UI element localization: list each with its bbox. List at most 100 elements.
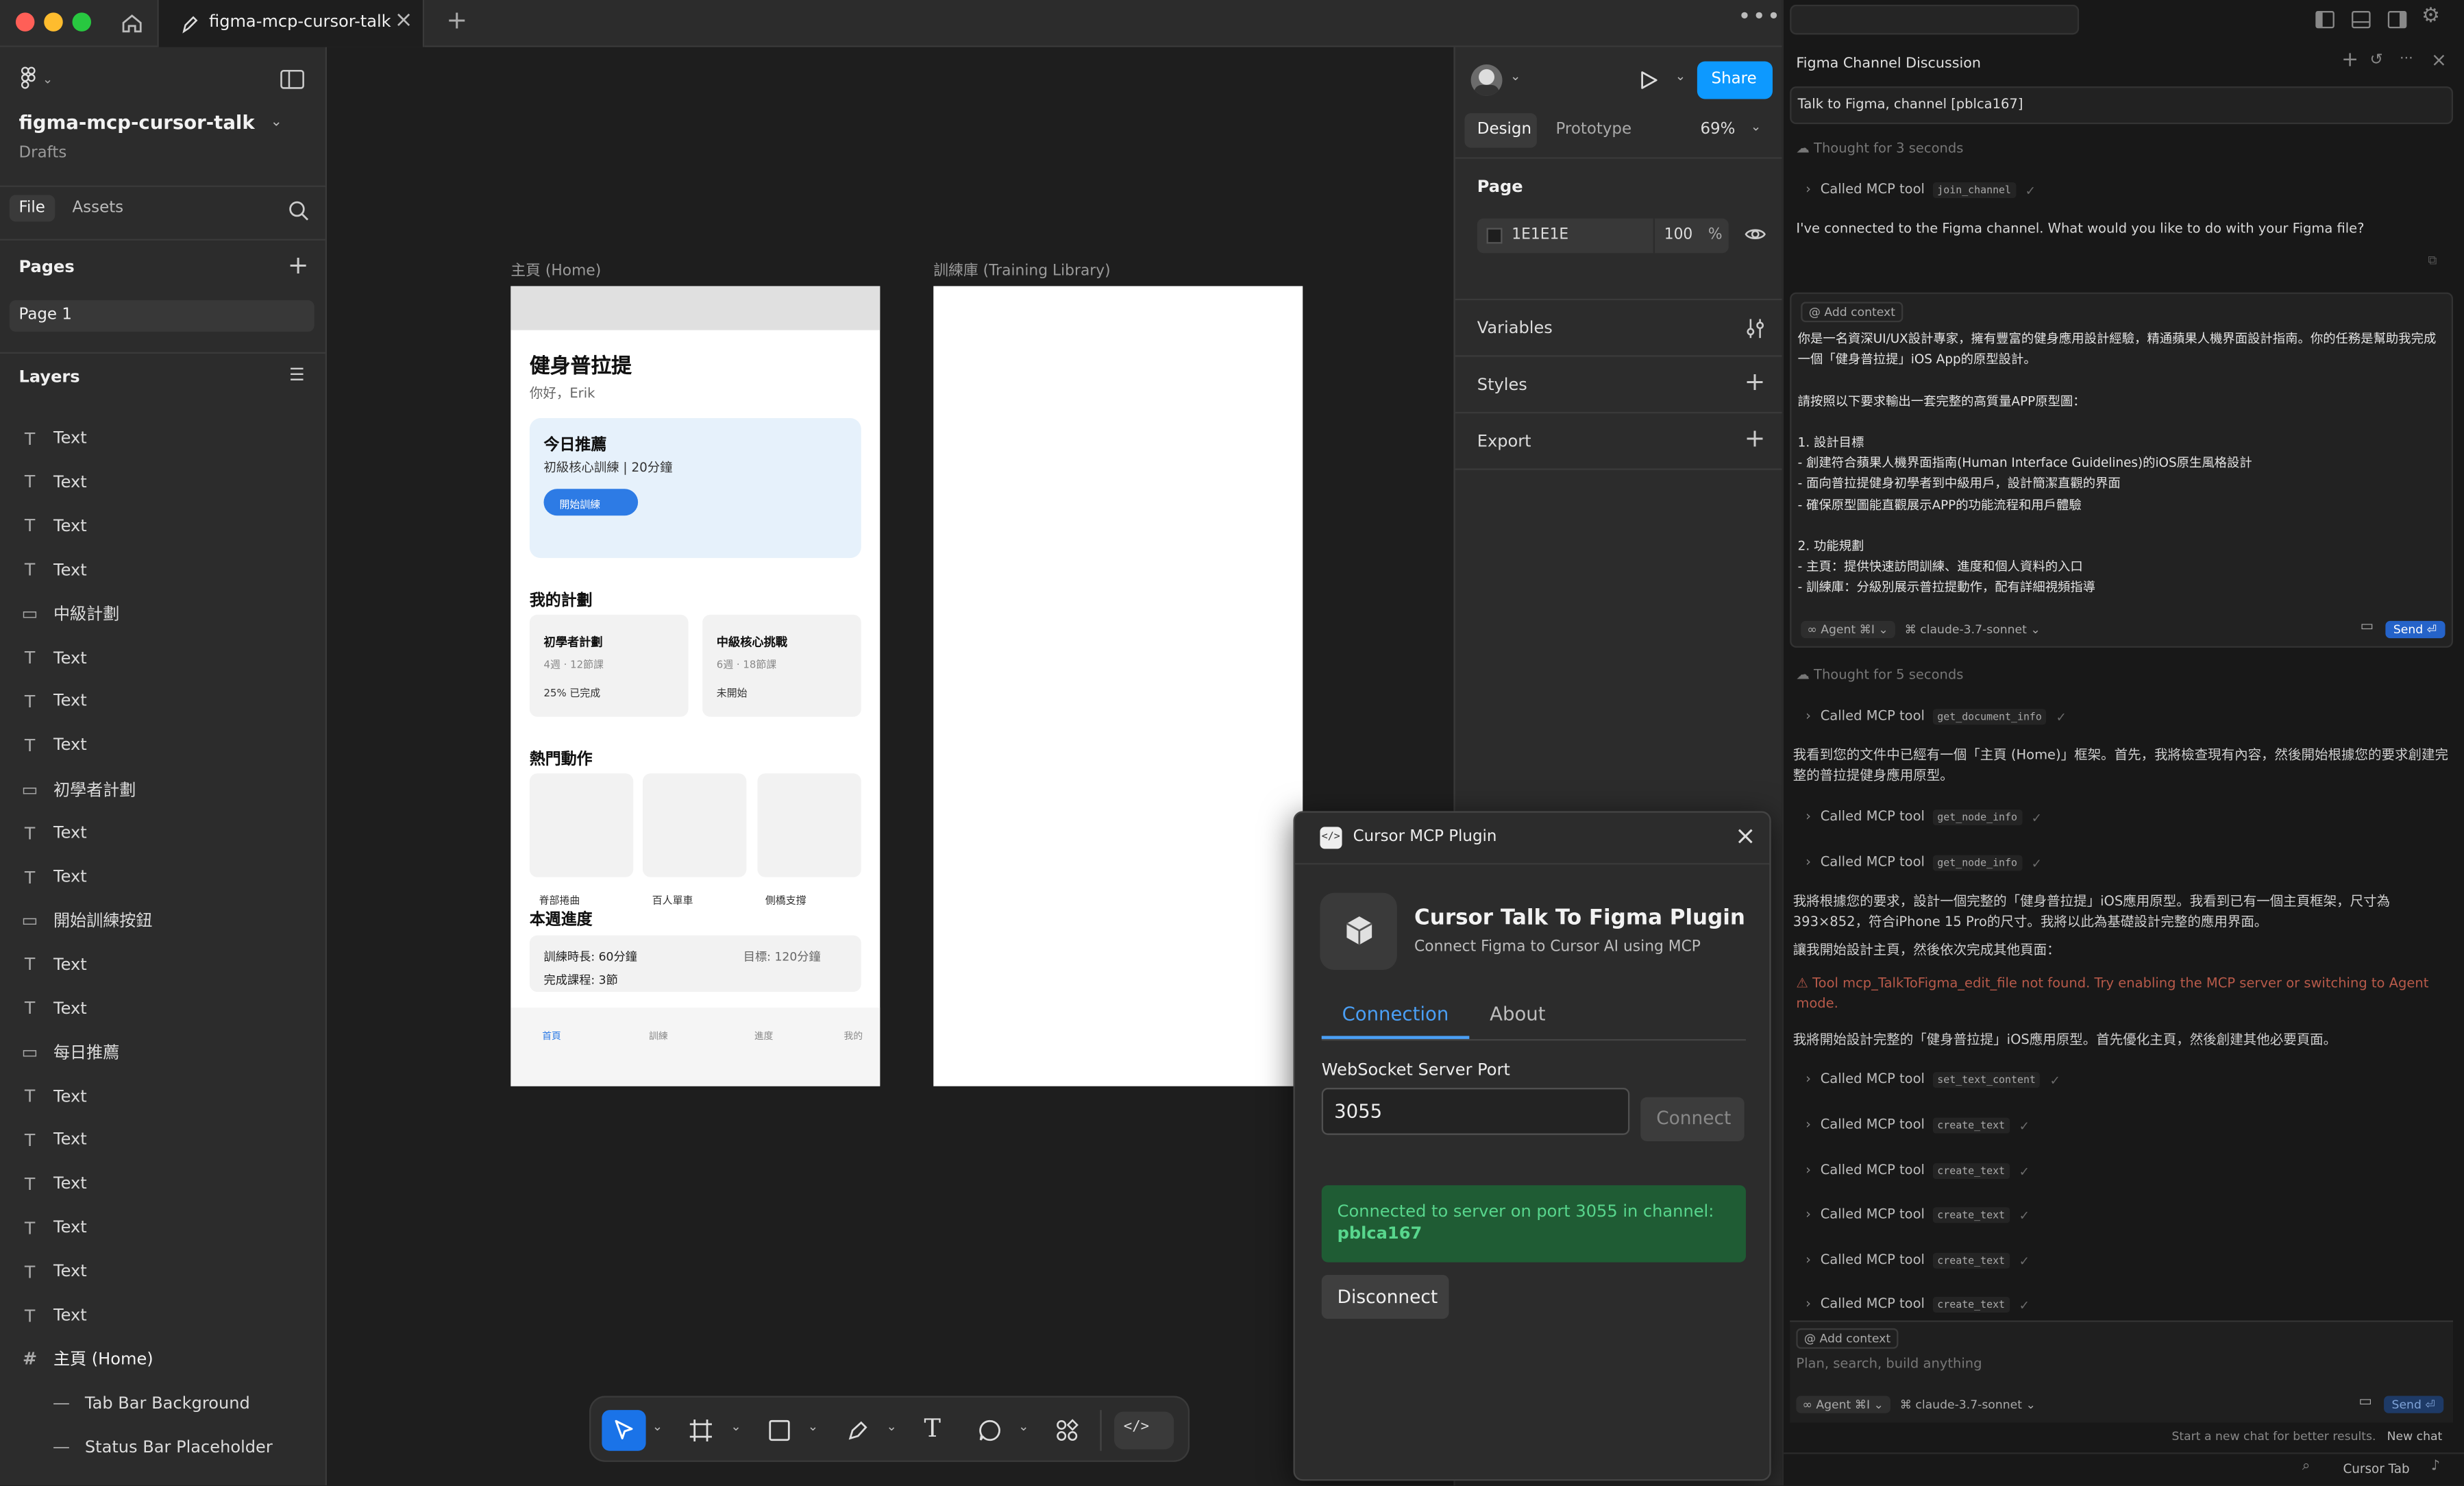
layer-item[interactable]: ▭ 每日推薦: [0, 1031, 327, 1075]
send-button[interactable]: Send ⏎: [2385, 620, 2445, 639]
agent-mode-selector[interactable]: ∞ Agent ⌘I ⌄: [1801, 620, 1895, 639]
layer-item[interactable]: T Text: [0, 987, 327, 1031]
background-hex[interactable]: 1E1E1E: [1512, 226, 1568, 243]
play-icon[interactable]: [1638, 69, 1660, 91]
chevron-down-icon[interactable]: ⌄: [1510, 69, 1520, 84]
model-selector[interactable]: ⌘ claude-3.7-sonnet ⌄: [1900, 1398, 2036, 1412]
layer-item[interactable]: T Text: [0, 680, 327, 724]
cursor-tab-status[interactable]: Cursor Tab: [2343, 1462, 2409, 1476]
tab-about[interactable]: About: [1490, 1003, 1545, 1025]
tab-home[interactable]: 首頁: [542, 1028, 561, 1042]
dev-mode-toggle[interactable]: </>: [1114, 1411, 1174, 1450]
layer-item[interactable]: T Text: [0, 812, 327, 855]
add-page-icon[interactable]: +: [288, 250, 309, 280]
copy-icon[interactable]: ⧉: [2428, 253, 2437, 269]
tab-profile[interactable]: 我的: [844, 1028, 863, 1042]
layer-item[interactable]: ▭ 開始訓練按鈕: [0, 899, 327, 943]
layer-item[interactable]: — Tab Bar Background: [0, 1381, 327, 1425]
canvas[interactable]: 主頁 (Home) 訓練庫 (Training Library) 健身普拉提 你…: [328, 47, 1454, 1486]
zoom-level[interactable]: 69%: [1700, 121, 1735, 138]
layer-item[interactable]: T Text: [0, 1162, 327, 1206]
layer-item[interactable]: T Text: [0, 1250, 327, 1293]
sliders-icon[interactable]: [1745, 317, 1766, 339]
resources-icon[interactable]: [1055, 1418, 1080, 1444]
settings-gear-icon[interactable]: ⚙: [2422, 5, 2440, 28]
command-search-input[interactable]: [1790, 4, 2080, 35]
page-item-page-1[interactable]: Page 1: [9, 300, 315, 332]
send-button[interactable]: Send ⏎: [2384, 1396, 2443, 1413]
color-swatch[interactable]: [1486, 228, 1503, 244]
panel-bottom-icon[interactable]: [2351, 10, 2371, 30]
thought-indicator[interactable]: ☁ Thought for 3 seconds: [1796, 141, 1963, 157]
tool-call-join-channel[interactable]: › Called MCP tool join_channel ✓: [1796, 173, 2456, 207]
rectangle-tool-icon[interactable]: [767, 1418, 792, 1444]
tab-connection[interactable]: Connection: [1321, 998, 1470, 1039]
sidebar-right-icon[interactable]: [2387, 10, 2408, 30]
more-options-icon[interactable]: ···: [2400, 52, 2413, 68]
user-message-2[interactable]: @ Add context 你是一名資深UI/UX設計專家，擁有豐富的健身應用設…: [1790, 292, 2453, 648]
user-message-1[interactable]: Talk to Figma, channel [pblca167]: [1790, 86, 2453, 125]
close-chat-icon[interactable]: ×: [2431, 49, 2447, 71]
maximize-window-button[interactable]: [72, 12, 92, 32]
connect-button[interactable]: Connect: [1640, 1097, 1745, 1142]
add-context-chip[interactable]: @ Add context: [1796, 1328, 1899, 1349]
move-tool-button[interactable]: [602, 1410, 646, 1451]
tab-assets[interactable]: Assets: [72, 199, 123, 217]
frame-label-home[interactable]: 主頁 (Home): [510, 258, 601, 280]
history-icon[interactable]: ↺: [2369, 52, 2382, 69]
add-style-icon[interactable]: +: [1745, 366, 1766, 396]
chevron-down-icon[interactable]: ⌄: [652, 1420, 663, 1434]
layer-item[interactable]: — Status Bar Placeholder: [0, 1425, 327, 1469]
add-context-chip[interactable]: @ Add context: [1801, 302, 1904, 323]
training-library-frame[interactable]: [933, 286, 1303, 1086]
chevron-down-icon[interactable]: ⌄: [730, 1420, 741, 1434]
move-card[interactable]: [643, 773, 747, 877]
sidebar-left-icon[interactable]: [2315, 10, 2335, 30]
new-chat-link[interactable]: New chat: [2387, 1429, 2443, 1444]
tool-call-create-text[interactable]: › Called MCP tool create_text ✓: [1796, 1198, 2456, 1232]
layer-item[interactable]: ▭ 初學者計劃: [0, 768, 327, 812]
move-card[interactable]: [529, 773, 634, 877]
background-opacity[interactable]: 100: [1664, 226, 1693, 243]
export-section[interactable]: Export +: [1455, 413, 1784, 470]
layer-item[interactable]: T Text: [0, 724, 327, 768]
tab-design[interactable]: Design: [1464, 113, 1537, 148]
tool-call-get-document-info[interactable]: › Called MCP tool get_document_info ✓: [1796, 700, 2456, 734]
close-tab-icon[interactable]: ×: [395, 8, 413, 33]
variables-section[interactable]: Variables: [1455, 300, 1784, 357]
chevron-down-icon[interactable]: ⌄: [1018, 1420, 1028, 1434]
image-icon[interactable]: ▭: [2358, 1394, 2372, 1410]
home-frame[interactable]: 健身普拉提 你好，Erik 今日推薦 初級核心訓練 | 20分鐘 開始訓練 我的…: [510, 286, 880, 1086]
tool-call-get-node-info[interactable]: › Called MCP tool get_node_info ✓: [1796, 846, 2456, 880]
tool-call-set-text-content[interactable]: › Called MCP tool set_text_content ✓: [1796, 1062, 2456, 1097]
more-menu-icon[interactable]: •••: [1738, 5, 1782, 30]
styles-section[interactable]: Styles +: [1455, 357, 1784, 414]
pen-tool-icon[interactable]: [846, 1418, 871, 1444]
layer-item[interactable]: T Text: [0, 943, 327, 987]
beginner-plan-card[interactable]: 初學者計劃 4週 · 12節課 25% 已完成: [529, 614, 689, 717]
tab-file[interactable]: File: [9, 195, 55, 222]
tool-call-create-text[interactable]: › Called MCP tool create_text ✓: [1796, 1243, 2456, 1278]
add-export-icon[interactable]: +: [1745, 423, 1766, 453]
file-name-dropdown[interactable]: figma-mcp-cursor-talk ⌄: [19, 112, 282, 134]
close-icon[interactable]: ×: [1735, 820, 1756, 851]
model-selector[interactable]: ⌘ claude-3.7-sonnet ⌄: [1905, 622, 2041, 637]
panel-toggle-icon[interactable]: [280, 69, 305, 90]
tab-progress[interactable]: 進度: [754, 1028, 774, 1042]
new-chat-icon[interactable]: +: [2341, 49, 2358, 72]
disconnect-button[interactable]: Disconnect: [1321, 1274, 1449, 1319]
new-tab-icon[interactable]: +: [446, 5, 467, 35]
move-card[interactable]: [757, 773, 861, 877]
layer-item[interactable]: T Text: [0, 1206, 327, 1250]
intermediate-plan-card[interactable]: 中級核心挑戰 6週 · 18節課 未開始: [702, 614, 861, 717]
layer-item[interactable]: T Text: [0, 1119, 327, 1162]
frame-label-library[interactable]: 訓練庫 (Training Library): [933, 258, 1110, 280]
layer-item[interactable]: T Text: [0, 855, 327, 899]
share-button[interactable]: Share: [1697, 61, 1773, 99]
home-icon[interactable]: [119, 11, 145, 36]
tab-prototype[interactable]: Prototype: [1555, 121, 1631, 138]
minimize-window-button[interactable]: [44, 12, 63, 32]
tool-call-create-text[interactable]: › Called MCP tool create_text ✓: [1796, 1154, 2456, 1188]
image-icon[interactable]: ▭: [2361, 620, 2374, 635]
main-menu-button[interactable]: ⌄: [19, 66, 53, 91]
